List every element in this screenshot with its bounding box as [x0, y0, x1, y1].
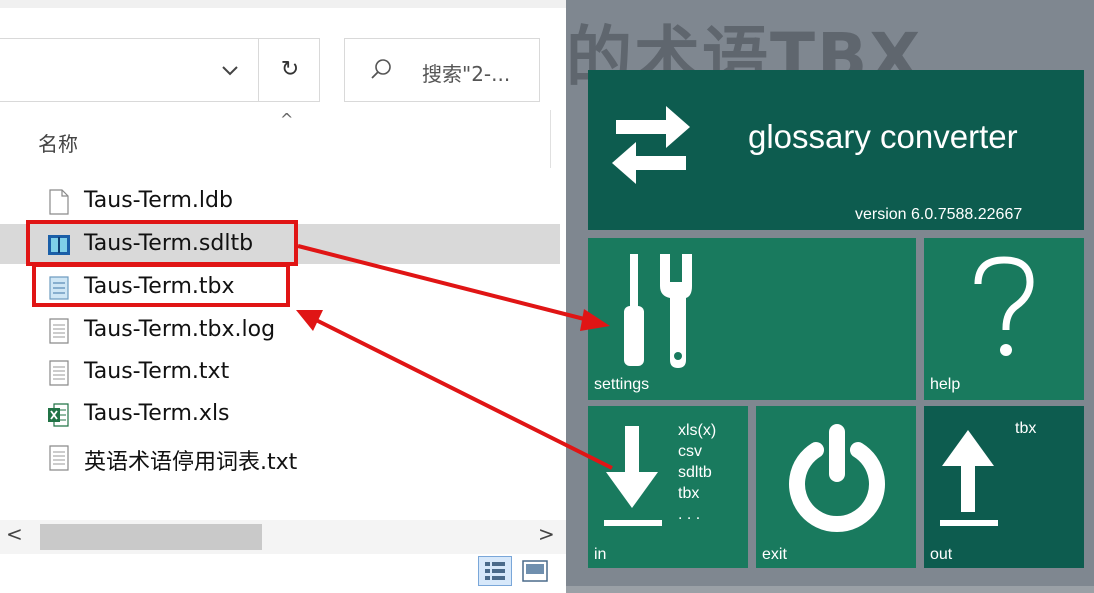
- column-header-name[interactable]: 名称: [38, 128, 78, 157]
- input-format: csv: [678, 443, 702, 460]
- input-formats-list: xls(x) csv sdltb tbx . . .: [678, 420, 716, 525]
- text-file-icon: [49, 360, 69, 386]
- highlight-box-sdltb: [26, 220, 298, 266]
- search-icon: [371, 59, 391, 79]
- in-label: in: [594, 546, 607, 563]
- highlight-box-tbx: [32, 263, 290, 307]
- settings-label: settings: [594, 376, 650, 393]
- input-format: tbx: [678, 485, 700, 502]
- question-mark-icon: [974, 256, 1034, 356]
- large-icons-view-icon[interactable]: [522, 560, 548, 582]
- file-name: Taus-Term.xls: [84, 401, 230, 426]
- address-bar-divider: [258, 38, 259, 102]
- file-row[interactable]: Taus-Term.txt: [0, 352, 560, 392]
- out-label: out: [930, 546, 953, 563]
- sort-ascending-icon: ^: [280, 110, 294, 129]
- excel-file-icon: [48, 403, 69, 427]
- scroll-right-icon[interactable]: >: [538, 522, 555, 546]
- background-bottom-strip: [566, 586, 1094, 593]
- column-divider[interactable]: [550, 110, 551, 168]
- file-name: Taus-Term.txt: [84, 359, 230, 384]
- file-row[interactable]: Taus-Term.ldb: [0, 181, 560, 221]
- scroll-left-icon[interactable]: <: [6, 522, 23, 546]
- input-format: . . .: [678, 506, 701, 523]
- file-name: 英语术语停用词表.txt: [84, 450, 298, 475]
- search-placeholder[interactable]: 搜索"2-...: [422, 58, 510, 87]
- refresh-icon[interactable]: ↻: [275, 55, 305, 85]
- details-view-icon[interactable]: [478, 556, 512, 586]
- exit-label: exit: [762, 546, 787, 563]
- output-format: tbx: [1015, 420, 1037, 437]
- upload-arrow-icon: [940, 430, 998, 526]
- app-title: glossary converter: [748, 118, 1018, 155]
- tools-icon: [624, 254, 692, 368]
- input-format: xls(x): [678, 422, 717, 439]
- blank-file-icon: [49, 189, 69, 215]
- scrollbar-thumb[interactable]: [40, 524, 262, 550]
- file-name: Taus-Term.tbx.log: [84, 317, 276, 342]
- file-row[interactable]: Taus-Term.tbx.log: [0, 310, 560, 350]
- address-bar[interactable]: [0, 38, 320, 102]
- text-file-icon: [49, 445, 69, 471]
- file-row[interactable]: Taus-Term.xls: [0, 394, 560, 434]
- file-row[interactable]: 英语术语停用词表.txt: [0, 437, 560, 477]
- window-top-strip: [0, 0, 566, 8]
- file-name: Taus-Term.ldb: [84, 188, 233, 213]
- version-label: version 6.0.7588.22667: [855, 206, 1023, 223]
- input-format: sdltb: [678, 464, 712, 481]
- download-arrow-icon: [604, 426, 662, 526]
- swap-arrows-icon: [612, 106, 690, 184]
- text-file-icon: [49, 318, 69, 344]
- power-icon: [789, 424, 885, 533]
- chevron-down-icon[interactable]: [218, 58, 242, 82]
- help-label: help: [930, 376, 961, 393]
